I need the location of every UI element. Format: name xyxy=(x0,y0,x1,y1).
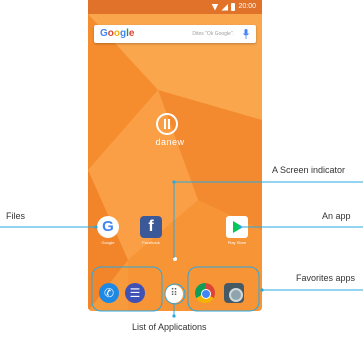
google-logo-e: e xyxy=(128,28,135,39)
phone-screen: 20:00 Google Dites "Ok Google". danew G … xyxy=(88,0,262,311)
search-hint: Dites "Ok Google". xyxy=(192,31,234,37)
mic-icon[interactable] xyxy=(243,29,249,39)
app-label-facebook: Facebook xyxy=(142,240,160,245)
callout-favorites-apps: Favorites apps xyxy=(296,273,356,283)
app-label-play-store: Play Store xyxy=(227,240,247,245)
callout-dot-list-of-applications xyxy=(172,314,176,318)
danew-logo-text: danew xyxy=(155,137,185,147)
callout-list-of-applications: List of Applications xyxy=(132,322,207,332)
wallpaper xyxy=(88,14,262,311)
app-facebook[interactable]: f Facebook xyxy=(138,216,164,246)
google-logo: Google xyxy=(100,28,134,40)
battery-icon xyxy=(231,3,236,11)
signal-icon xyxy=(221,3,229,11)
app-label-google: Google xyxy=(101,240,115,245)
google-icon: G xyxy=(97,216,119,238)
app-play-store[interactable]: Play Store xyxy=(224,216,250,246)
facebook-icon: f xyxy=(140,216,162,238)
status-clock: 20:00 xyxy=(238,3,256,10)
wifi-icon xyxy=(211,3,219,11)
phone-icon[interactable]: ✆ xyxy=(99,283,119,303)
callout-screen-indicator: A Screen indicator xyxy=(272,165,346,175)
camera-icon[interactable] xyxy=(224,283,244,303)
messages-icon[interactable]: ☰ xyxy=(125,283,145,303)
apps-grid-icon[interactable]: ⠿ xyxy=(165,285,183,303)
google-logo-g: G xyxy=(100,28,108,39)
callout-an-app: An app xyxy=(322,211,351,221)
play-store-icon xyxy=(226,216,248,238)
google-search-bar[interactable]: Google Dites "Ok Google". xyxy=(94,25,256,43)
callout-files: Files xyxy=(6,211,26,221)
screen-indicator-dot xyxy=(173,257,177,261)
danew-logo-icon xyxy=(156,113,178,135)
app-google[interactable]: G Google xyxy=(95,216,121,246)
status-bar: 20:00 xyxy=(88,0,262,14)
chrome-icon[interactable] xyxy=(195,283,215,303)
